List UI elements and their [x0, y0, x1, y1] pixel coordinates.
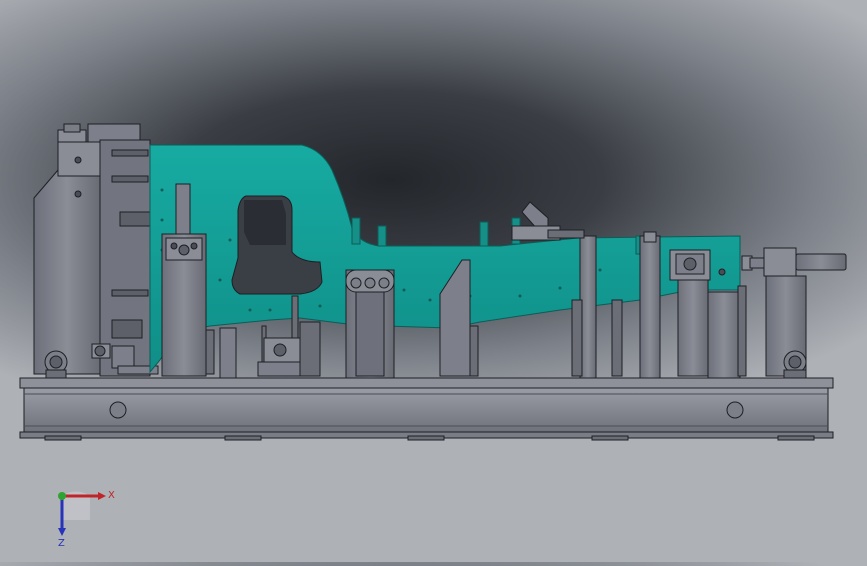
base-hole-left	[109, 401, 127, 419]
left-clamp-tower	[33, 123, 159, 379]
x-axis-label: X	[108, 490, 115, 501]
graphics-viewport[interactable]	[0, 0, 867, 562]
z-axis-label: Z	[58, 538, 65, 549]
cad-model-view[interactable]	[0, 0, 867, 562]
y-axis-point	[58, 492, 66, 500]
base-hole-right	[726, 401, 744, 419]
base-frame	[19, 377, 834, 441]
right-cylinder-tower	[741, 247, 847, 379]
z-axis-arrow	[58, 528, 66, 536]
coordinate-triad: X Z	[40, 480, 120, 550]
upper-clamp-arm	[511, 201, 585, 241]
x-axis-arrow	[98, 492, 106, 500]
